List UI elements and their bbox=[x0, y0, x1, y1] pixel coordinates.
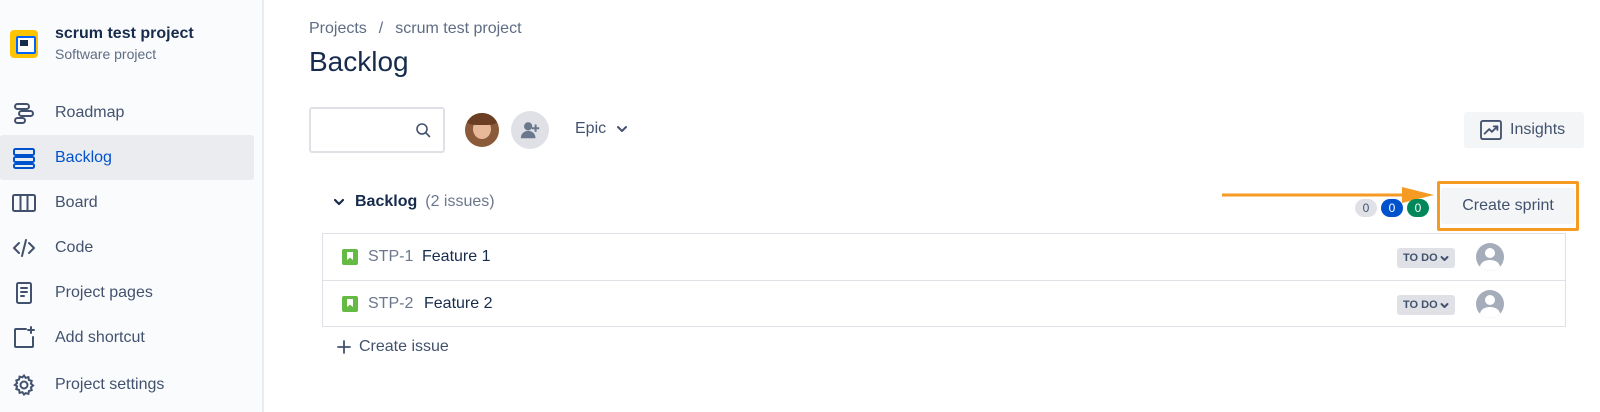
done-count-badge: 0 bbox=[1407, 199, 1429, 217]
page-title: Backlog bbox=[309, 46, 409, 77]
sidebar-item-label: Add shortcut bbox=[55, 328, 145, 346]
sidebar-item-project-settings[interactable]: Project settings bbox=[0, 362, 264, 407]
status-dropdown[interactable]: TO DO bbox=[1397, 248, 1455, 268]
add-people-button[interactable] bbox=[511, 111, 549, 149]
search-icon bbox=[416, 123, 431, 138]
unassigned-avatar[interactable] bbox=[1476, 243, 1504, 271]
gear-icon bbox=[13, 373, 35, 397]
page-icon bbox=[16, 282, 32, 304]
breadcrumb-project-link[interactable]: scrum test project bbox=[395, 19, 521, 39]
sidebar-item-roadmap[interactable]: Roadmap bbox=[0, 90, 264, 135]
issue-row[interactable]: STP-2 Feature 2 TO DO bbox=[323, 280, 1565, 326]
status-dropdown[interactable]: TO DO bbox=[1397, 295, 1455, 315]
code-icon bbox=[13, 239, 35, 257]
backlog-icon bbox=[13, 148, 35, 169]
project-name: scrum test project bbox=[55, 25, 194, 42]
sidebar-item-label: Board bbox=[55, 193, 98, 211]
project-avatar-icon bbox=[10, 30, 38, 58]
sidebar-item-label: Project pages bbox=[55, 283, 153, 301]
epic-filter-label: Epic bbox=[575, 120, 607, 137]
issue-summary: Feature 1 bbox=[422, 248, 491, 265]
unassigned-avatar[interactable] bbox=[1476, 290, 1504, 318]
issue-key[interactable]: STP-1 bbox=[368, 248, 413, 266]
sidebar-nav: Roadmap Backlog Board Code Project pages bbox=[0, 90, 264, 407]
story-icon bbox=[342, 296, 358, 312]
issue-row[interactable]: STP-1 Feature 1 TO DO bbox=[323, 234, 1565, 280]
todo-count-badge: 0 bbox=[1355, 199, 1377, 217]
board-icon bbox=[12, 194, 36, 212]
chevron-down-icon bbox=[617, 126, 628, 132]
sidebar-item-label: Project settings bbox=[55, 375, 165, 393]
insights-button[interactable]: Insights bbox=[1464, 112, 1584, 148]
create-issue-label: Create issue bbox=[359, 338, 449, 355]
create-issue-button[interactable]: Create issue bbox=[337, 338, 449, 356]
insights-label: Insights bbox=[1510, 121, 1566, 138]
breadcrumb-projects-link[interactable]: Projects bbox=[309, 19, 367, 39]
story-icon bbox=[342, 249, 358, 265]
chevron-down-icon[interactable] bbox=[333, 196, 345, 208]
chart-icon bbox=[1480, 120, 1502, 140]
in-progress-count-badge: 0 bbox=[1381, 199, 1403, 217]
sidebar-item-backlog[interactable]: Backlog bbox=[0, 135, 254, 180]
chevron-down-icon bbox=[1440, 255, 1449, 261]
backlog-issue-count: (2 issues) bbox=[425, 193, 495, 210]
add-person-icon bbox=[520, 122, 540, 139]
sidebar-item-code[interactable]: Code bbox=[0, 225, 264, 270]
breadcrumb-separator: / bbox=[378, 20, 384, 37]
sidebar-item-label: Code bbox=[55, 238, 94, 256]
sidebar-item-add-shortcut[interactable]: Add shortcut bbox=[0, 315, 264, 360]
user-avatar[interactable] bbox=[463, 111, 501, 149]
sidebar-item-label: Roadmap bbox=[55, 103, 125, 121]
status-label: TO DO bbox=[1403, 252, 1438, 264]
issue-status-counts: 0 0 0 bbox=[1355, 199, 1429, 217]
plus-icon bbox=[337, 340, 351, 354]
issue-list: STP-1 Feature 1 TO DO STP-2 Feature 2 TO… bbox=[322, 233, 1566, 327]
issue-key[interactable]: STP-2 bbox=[368, 295, 413, 313]
backlog-title: Backlog bbox=[355, 193, 418, 210]
sidebar-item-project-pages[interactable]: Project pages bbox=[0, 270, 264, 315]
project-type: Software project bbox=[55, 46, 157, 62]
backlog-section-header[interactable]: Backlog (2 issues) bbox=[333, 193, 495, 211]
add-shortcut-icon bbox=[14, 326, 35, 348]
project-header[interactable]: scrum test project Software project bbox=[10, 24, 194, 63]
create-sprint-button[interactable]: Create sprint bbox=[1441, 188, 1575, 224]
project-sidebar: scrum test project Software project Road… bbox=[0, 0, 264, 412]
sidebar-item-label: Backlog bbox=[55, 148, 112, 166]
sidebar-item-board[interactable]: Board bbox=[0, 180, 264, 225]
chevron-down-icon bbox=[1440, 302, 1449, 308]
search-input[interactable] bbox=[309, 107, 445, 153]
epic-filter-dropdown[interactable]: Epic bbox=[575, 120, 628, 138]
issue-summary: Feature 2 bbox=[424, 294, 493, 312]
roadmap-icon bbox=[14, 103, 34, 124]
breadcrumb: Projects / scrum test project bbox=[309, 19, 522, 39]
status-label: TO DO bbox=[1403, 299, 1438, 311]
